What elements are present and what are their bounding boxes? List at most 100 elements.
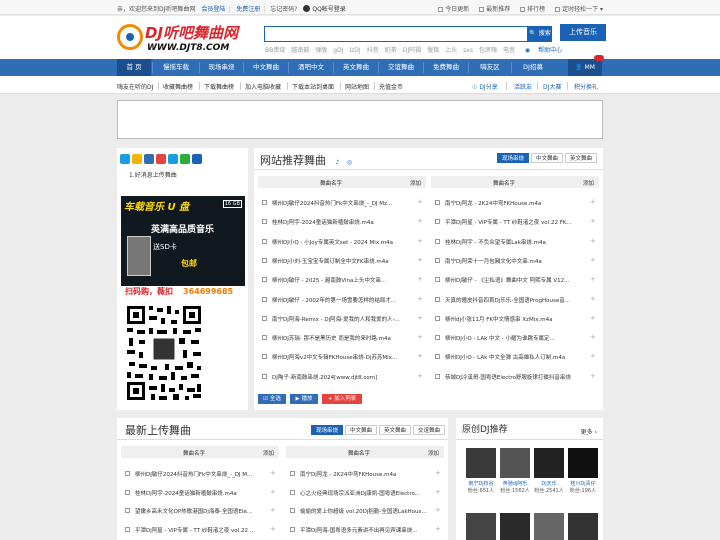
song-title[interactable]: 南宁Dj阿荣十一月包厢文化中文串.m4a [445,257,542,265]
nav-free[interactable]: 免费舞曲 [424,59,468,76]
song-title[interactable]: 恭城DJ冷溪哥-国粤语Electro舒服旋律打碟抖音串烧 [445,373,571,381]
song-title[interactable]: 柳州DJ小O - LAk 中文 - 小耀为谁跳专属定... [445,334,555,342]
song-checkbox[interactable] [435,200,440,205]
song-row[interactable]: 平潭Dj阿星 - VIP专属 - TT 纱鞋渚之夜 vol.22 ... + [125,525,279,535]
song-title[interactable]: 柳州DJ小O - LAk 中文全弹 古高雄私人订制.m4a [445,353,565,361]
song-row[interactable]: 柳州DJ敏仔 - 2025 - 越南鼓Vina上头中文串... + [262,275,426,285]
tab-english[interactable]: 英文舞曲 [378,425,411,435]
add-song-icon[interactable]: + [590,237,596,245]
dj-card[interactable]: Dj天乐 粉丝:2541人 [534,448,564,494]
dj-card[interactable]: 南宁Dj权谷 粉丝:651人 [466,448,496,494]
add-song-icon[interactable]: + [417,237,423,245]
add-song-icon[interactable]: + [590,217,596,225]
register-link[interactable]: 免费注册 [236,6,260,13]
hot-word[interactable]: 上头 [445,47,457,54]
song-title[interactable]: 柳州DJ敏仔2024抖音热门Fk中文串烧_-_DJ M... [135,470,252,478]
song-checkbox[interactable] [290,508,295,513]
song-row[interactable]: 偷偷的爱上你超级 vol.20Dj稻勤-全国语LakHous... + [290,506,444,516]
song-checkbox[interactable] [262,354,267,360]
song-checkbox[interactable] [125,508,130,513]
song-checkbox[interactable] [125,471,130,476]
add-song-icon[interactable]: + [417,275,423,283]
song-checkbox[interactable] [262,335,267,341]
song-title[interactable]: 望嫩乡高禾文化OP热歌港国Dj海泰-全国语Ele... [135,507,252,515]
weibo-share-icon[interactable]: ◎ [347,159,352,166]
more-link[interactable]: 更多 › [581,427,597,436]
song-title[interactable]: 平潭Dj阿星 - VIP专属 - TT 纱鞋渚之夜 vol.22 ... [135,526,255,534]
nav-english[interactable]: 英文舞曲 [334,59,378,76]
qzone-icon[interactable] [120,154,130,164]
song-row[interactable]: 南宁Dj阿龙 - 2K24中弯FKHouse.m4a + [435,198,599,208]
add-song-icon[interactable]: + [590,372,596,380]
hot-word[interactable]: 电音 [503,47,515,54]
plus-icon[interactable] [144,154,154,164]
today-update-link[interactable]: 今日更新 [438,6,469,13]
add-song-icon[interactable]: + [590,333,596,341]
song-checkbox[interactable] [262,219,267,225]
song-title[interactable]: 南宁Dj阿海-Remix - Dj阿海-爱我的人和我爱的人-... [272,315,400,323]
song-row[interactable]: 柳州DJ苏瑞- 那不是黑历史 而是我的来时路.m4a + [262,333,426,343]
forgot-password-link[interactable]: 忘记密码? [270,6,297,13]
hot-word[interactable]: BB串烧 [265,47,285,54]
add-song-icon[interactable]: + [417,295,423,303]
nav-live-mix[interactable]: 现场串烧 [200,59,243,76]
add-song-icon[interactable]: + [435,488,441,496]
dj-card[interactable]: 桂川Dj青仔 粉丝:196人 [568,448,598,494]
add-song-icon[interactable]: + [270,506,276,514]
add-song-icon[interactable]: + [435,525,441,533]
song-checkbox[interactable] [435,219,440,225]
song-row[interactable]: 南宁Dj阿荣十一月包厢文化中文串.m4a + [435,256,599,266]
song-checkbox[interactable] [262,296,267,302]
tab-ballroom[interactable]: 交谊舞曲 [412,425,445,435]
song-title[interactable]: DJ陶子-新南鼓串烧.2024[www.djt8.com] [272,373,377,381]
song-title[interactable]: 南宁Dj阿龙 - 2K24中弯FKHouse.m4a [445,199,541,207]
song-checkbox[interactable] [435,354,440,360]
song-title[interactable]: 柳州dj小张11月 FK中文情感串 XzMix.m4a [445,315,552,323]
song-row[interactable]: 望嫩乡高禾文化OP热歌港国Dj海泰-全国语Ele... + [125,506,279,516]
song-checkbox[interactable] [262,373,267,379]
subnav-favorite-chart[interactable]: 收藏舞曲榜 [163,82,193,91]
add-song-icon[interactable]: + [590,314,596,322]
add-song-icon[interactable]: + [590,275,596,283]
hot-word[interactable]: sxs [463,47,473,54]
song-title[interactable]: 柳州DJ敏仔 - 2025 - 越南鼓Vina上头中文串... [272,276,386,284]
song-title[interactable]: 柳州DJ苏瑞- 那不是黑历史 而是我的来时路.m4a [272,334,391,342]
subnav-download-desktop[interactable]: 下载本站到桌面 [292,82,334,91]
tab-live-mix[interactable]: 现场串烧 [496,153,529,163]
song-checkbox[interactable] [125,489,130,495]
select-all-button[interactable]: ☑ 全选 [258,394,286,404]
hot-word[interactable]: gDJ [333,47,343,54]
qq-login-button[interactable]: QQ帐号登录 [303,4,346,13]
song-title[interactable]: 桂林Dj阿宇 - 不负众望专属Lak串烧.m4a [445,238,546,246]
song-title[interactable]: 柳州DJ敏仔 - 2002年的第一场雪要怎样的结局才... [272,296,396,304]
song-checkbox[interactable] [435,238,440,244]
subnav-dj-share[interactable]: ☉ DJ分享 [472,82,498,91]
subnav-points-exchange[interactable]: 积分换礼 [574,82,598,91]
song-checkbox[interactable] [290,471,295,476]
song-checkbox[interactable] [262,200,267,205]
dj-avatar[interactable] [534,513,564,540]
add-song-icon[interactable]: + [590,256,596,264]
song-row[interactable]: 天真的瞳皮抖音四首Dj乐乐-全国语ProgHouse音... + [435,295,599,305]
timer-link[interactable]: 定时轻松一下 ▾ [555,6,603,13]
subnav-download-chart[interactable]: 下载舞曲榜 [204,82,234,91]
song-title[interactable]: 心之火经典现场宗派亚洲Dj康凯-国粤语Electro... [300,489,420,497]
song-row[interactable]: 柳州DJ敏仔 - 2002年的第一场雪要怎样的结局才... + [262,295,426,305]
song-title[interactable]: 平潭Dj阿海-国粤语多元素讲不出再见宾课串烧... [300,526,418,534]
dj-card[interactable]: 奔驰dj阿乐 粉丝:1562人 [500,448,530,494]
hot-word[interactable]: DJ阿福 [403,47,421,54]
search-input[interactable] [264,26,528,42]
add-song-icon[interactable]: + [417,217,423,225]
upload-music-button[interactable]: 上传音乐 [560,24,606,41]
add-song-icon[interactable]: + [590,352,596,360]
add-song-icon[interactable]: + [590,295,596,303]
add-song-icon[interactable]: + [270,525,276,533]
song-row[interactable]: 柳州DJ小Q - 小Joy专属英文set - 2024 Mix.m4a + [262,237,426,247]
song-checkbox[interactable] [262,257,267,263]
hot-word[interactable]: lzDJ [349,47,360,54]
song-checkbox[interactable] [262,277,267,283]
song-title[interactable]: 桂林Dj阿宇-2024童话猫新嗑鼓串烧.m4a [135,489,237,497]
song-row[interactable]: DJ陶子-新南鼓串烧.2024[www.djt8.com] + [262,372,426,382]
help-center-link[interactable]: ◉ 帮助中心 [525,47,568,54]
hot-word[interactable]: 包房嗨 [479,47,497,54]
